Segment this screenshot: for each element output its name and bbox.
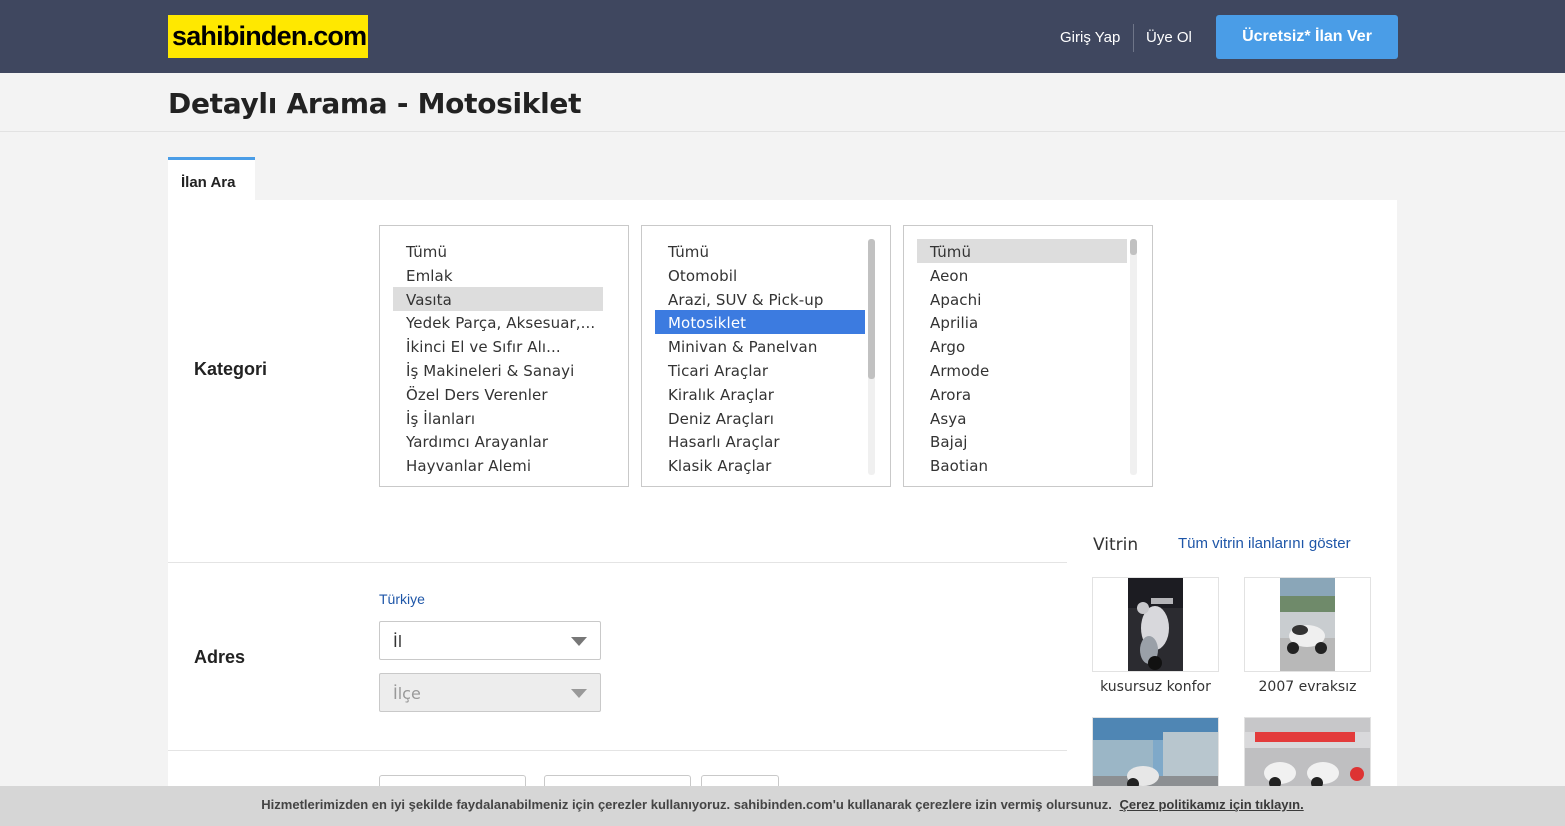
category-option[interactable]: Tümü bbox=[655, 239, 865, 263]
category-option[interactable]: İş Makineleri & Sanayi bbox=[393, 358, 603, 382]
category-option[interactable]: Ticari Araçlar bbox=[655, 358, 865, 382]
city-select[interactable]: İl bbox=[379, 621, 601, 660]
cookie-consent-bar: Hizmetlerimizden en iyi şekilde faydalan… bbox=[0, 786, 1565, 826]
cookie-policy-link[interactable]: Çerez politikamız için tıklayın. bbox=[1119, 797, 1303, 812]
category-option[interactable]: Kiralık Araçlar bbox=[655, 382, 865, 406]
showcase-item-image[interactable] bbox=[1244, 577, 1371, 672]
showcase-title: Vitrin bbox=[1093, 535, 1139, 555]
category-option[interactable]: Hasarlı Araçlar bbox=[655, 429, 865, 453]
category-label: Kategori bbox=[194, 359, 268, 379]
category-level2-list[interactable]: Tümü Otomobil Arazi, SUV & Pick-up Motosikl… bbox=[641, 225, 891, 487]
category-option[interactable]: Deniz Araçları bbox=[655, 406, 865, 430]
scrollbar[interactable] bbox=[1130, 239, 1137, 475]
address-label: Adres bbox=[194, 647, 246, 667]
cookie-consent-text: Hizmetlerimizden en iyi şekilde faydalan… bbox=[261, 797, 1112, 812]
country-link[interactable]: Türkiye bbox=[379, 591, 425, 607]
section-divider bbox=[168, 750, 1067, 751]
motorcycle-photo bbox=[1128, 578, 1183, 671]
top-navbar: sahibinden.com Giriş Yap Üye Ol Ücretsiz… bbox=[0, 0, 1565, 73]
showcase-item-caption[interactable]: kusursuz konfor bbox=[1092, 679, 1219, 695]
city-select-value: İl bbox=[393, 632, 403, 651]
district-select: İlçe bbox=[379, 673, 601, 712]
category-option[interactable]: Aprilia bbox=[917, 310, 1127, 334]
category-option[interactable]: Yedek Parça, Aksesuar,... bbox=[393, 310, 603, 334]
category-option[interactable]: Minivan & Panelvan bbox=[655, 334, 865, 358]
login-link[interactable]: Giriş Yap bbox=[1060, 29, 1120, 46]
category-option[interactable]: Emlak bbox=[393, 263, 603, 287]
showcase-item-image[interactable] bbox=[1092, 577, 1219, 672]
scrollbar[interactable] bbox=[868, 239, 875, 475]
category-option[interactable]: Bajaj bbox=[917, 429, 1127, 453]
category-option[interactable]: Yardımcı Arayanlar bbox=[393, 429, 603, 453]
chevron-down-icon bbox=[571, 689, 587, 698]
post-free-ad-button[interactable]: Ücretsiz* İlan Ver bbox=[1216, 15, 1398, 59]
showcase-item-caption[interactable]: 2007 evraksız bbox=[1244, 679, 1371, 695]
category-option[interactable]: Vasıta bbox=[393, 286, 603, 311]
category-option[interactable]: Arora bbox=[917, 382, 1127, 406]
chevron-down-icon bbox=[571, 637, 587, 646]
nav-separator bbox=[1133, 24, 1134, 52]
tab-search-ads[interactable]: İlan Ara bbox=[168, 157, 255, 200]
district-select-value: İlçe bbox=[393, 684, 421, 703]
section-divider bbox=[168, 562, 1067, 563]
category-option[interactable]: İş İlanları bbox=[393, 406, 603, 430]
category-option[interactable]: Asya bbox=[917, 406, 1127, 430]
category-option[interactable]: Armode bbox=[917, 358, 1127, 382]
category-option[interactable]: Apachi bbox=[917, 287, 1127, 311]
category-option[interactable]: İkinci El ve Sıfır Alı... bbox=[393, 334, 603, 358]
scrollbar-thumb[interactable] bbox=[868, 239, 875, 379]
scrollbar-thumb[interactable] bbox=[1130, 239, 1137, 255]
title-bar: Detaylı Arama - Motosiklet bbox=[0, 73, 1565, 132]
category-option[interactable]: Klasik Araçlar bbox=[655, 453, 865, 477]
scooter-photo bbox=[1280, 578, 1335, 671]
category-option[interactable]: Baotian bbox=[917, 453, 1127, 477]
category-option[interactable]: Arazi, SUV & Pick-up bbox=[655, 287, 865, 311]
category-option[interactable]: Aeon bbox=[917, 263, 1127, 287]
site-logo[interactable]: sahibinden.com bbox=[168, 15, 368, 58]
category-level3-list[interactable]: Tümü Aeon Apachi Aprilia Argo Armode Arora Asya… bbox=[903, 225, 1153, 487]
showcase-show-all-link[interactable]: Tüm vitrin ilanlarını göster bbox=[1178, 535, 1351, 552]
register-link[interactable]: Üye Ol bbox=[1146, 29, 1192, 46]
page-title: Detaylı Arama - Motosiklet bbox=[168, 87, 582, 120]
category-option[interactable]: Otomobil bbox=[655, 263, 865, 287]
category-level1-list[interactable]: Tümü Emlak Vasıta Yedek Parça, Aksesuar,...… bbox=[379, 225, 629, 487]
category-option[interactable]: Özel Ders Verenler bbox=[393, 382, 603, 406]
category-option[interactable]: Tümü bbox=[917, 239, 1127, 263]
category-option[interactable]: Argo bbox=[917, 334, 1127, 358]
category-option[interactable]: Tümü bbox=[393, 239, 603, 263]
category-option[interactable]: Motosiklet bbox=[655, 310, 865, 335]
category-option[interactable]: Hayvanlar Alemi bbox=[393, 453, 603, 477]
